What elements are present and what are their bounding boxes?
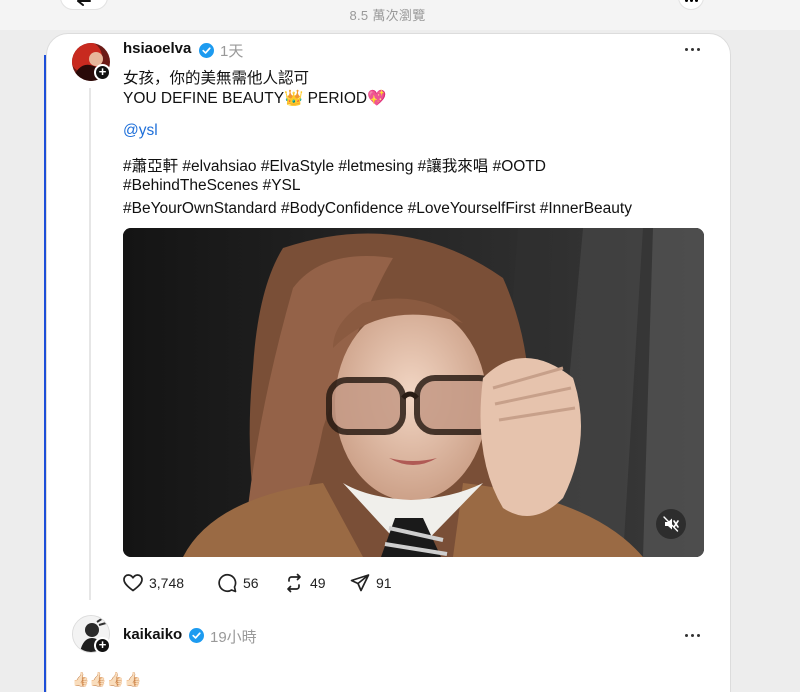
repost-button[interactable]: 49	[284, 572, 326, 594]
verified-icon	[199, 43, 214, 58]
post-username[interactable]: hsiaoelva	[123, 40, 191, 57]
view-count: 8.5 萬次瀏覽	[349, 8, 426, 23]
add-follow-icon[interactable]: +	[94, 637, 111, 654]
add-follow-icon[interactable]: +	[94, 64, 111, 81]
mute-icon	[663, 516, 679, 532]
post-hashtags-line1[interactable]: #蕭亞軒 #elvahsiao #ElvaStyle #letmesing #讓…	[123, 154, 546, 176]
post-time: 1天	[220, 43, 244, 60]
thread-line	[89, 88, 91, 600]
comment-icon	[218, 573, 237, 593]
post-video[interactable]	[123, 228, 704, 557]
verified-icon	[189, 628, 204, 643]
mute-button[interactable]	[656, 509, 686, 539]
post-hashtags-line3[interactable]: #BeYourOwnStandard #BodyConfidence #Love…	[123, 200, 632, 218]
reply-text: 👍🏻👍🏻👍🏻👍🏻	[72, 671, 142, 687]
comment-button[interactable]: 56	[217, 572, 259, 594]
reply-time: 19小時	[210, 629, 257, 646]
more-icon	[685, 634, 688, 637]
post-text-line1: 女孩，你的美無需他人認可	[123, 70, 310, 87]
post-text-line2: YOU DEFINE BEAUTY👑 PERIOD💖	[123, 90, 387, 107]
repost-count: 49	[310, 575, 326, 591]
like-button[interactable]: 3,748	[123, 572, 184, 594]
share-count: 91	[376, 575, 392, 591]
reply-username[interactable]: kaikaiko	[123, 626, 182, 643]
comment-count: 56	[243, 575, 259, 591]
share-button[interactable]: 91	[350, 572, 392, 594]
like-count: 3,748	[149, 575, 185, 591]
more-icon	[685, 48, 688, 51]
post-mention[interactable]: @ysl	[123, 122, 158, 140]
more-icon	[684, 0, 688, 2]
share-icon	[350, 574, 370, 592]
reply-more-button[interactable]	[685, 634, 700, 637]
post-more-button[interactable]	[685, 48, 700, 51]
post-hashtags-line2[interactable]: #BehindTheScenes #YSL	[123, 177, 301, 195]
heart-icon	[123, 574, 143, 592]
repost-icon	[287, 573, 301, 593]
